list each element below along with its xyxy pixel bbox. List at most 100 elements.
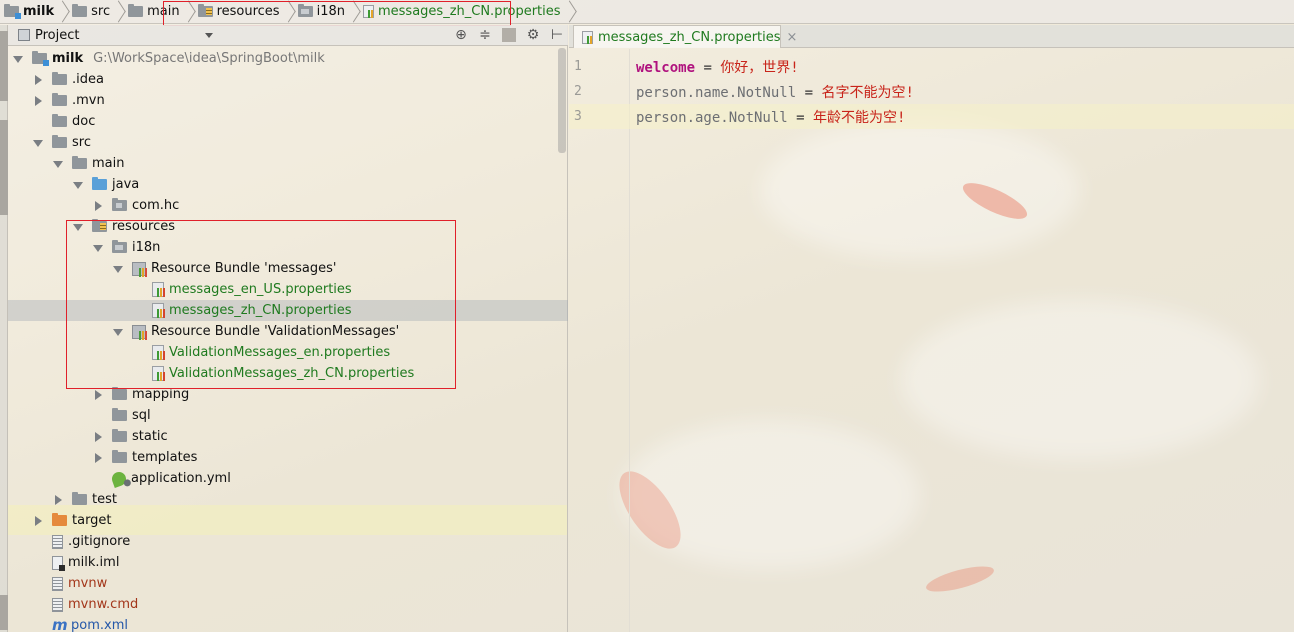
folder-icon (52, 135, 67, 148)
breadcrumb-milk[interactable]: milk (2, 1, 58, 23)
text-file-icon (52, 576, 63, 591)
editor-tab-bar: messages_zh_CN.properties × (569, 25, 1294, 48)
expand-arrow-icon[interactable] (92, 242, 104, 254)
expand-arrow-icon[interactable] (52, 158, 64, 170)
tree-item-application-yml[interactable]: application.yml (8, 468, 568, 489)
folder-icon (112, 240, 127, 253)
tree-item-messages-zh-cn[interactable]: messages_zh_CN.properties (8, 300, 568, 321)
tree-item-mvnw-cmd[interactable]: mvnw.cmd (8, 594, 568, 615)
tree-item-i18n[interactable]: i18n (8, 237, 568, 258)
tree-item-milk[interactable]: milk G:\WorkSpace\idea\SpringBoot\milk (8, 48, 568, 69)
expand-arrow-icon[interactable] (112, 326, 124, 338)
tree-item-com-hc[interactable]: com.hc (8, 195, 568, 216)
folder-icon (72, 156, 87, 169)
chevron-down-icon (205, 32, 213, 38)
tree-item-bundle-messages[interactable]: Resource Bundle 'messages' (8, 258, 568, 279)
code-line[interactable]: 1 welcome = 你好，世界! (569, 54, 1294, 79)
collapse-arrow-icon[interactable] (92, 431, 104, 443)
property-value: 你好，世界! (720, 59, 799, 76)
hide-icon[interactable]: ⊢ (550, 27, 564, 43)
tree-item-java[interactable]: java (8, 174, 568, 195)
folder-icon (52, 72, 67, 85)
code-content: person.age.NotNull = 年龄不能为空! (630, 107, 905, 127)
collapse-arrow-icon[interactable] (92, 389, 104, 401)
folder-icon (112, 450, 127, 463)
properties-file-icon (152, 345, 165, 360)
tree-item-mvn[interactable]: .mvn (8, 90, 568, 111)
target-icon[interactable]: ⊕ (454, 27, 468, 43)
collapse-arrow-icon[interactable] (32, 95, 44, 107)
project-panel: Project ⊕ ≑ ⚙ ⊢ milk G:\WorkSpace\idea\S… (8, 25, 568, 632)
tree-item-templates[interactable]: templates (8, 447, 568, 468)
collapse-arrow-icon[interactable] (32, 74, 44, 86)
tree-item-target[interactable]: target (8, 510, 568, 531)
text-file-icon (52, 597, 63, 612)
project-icon (18, 29, 30, 41)
tree-item-messages-en-us[interactable]: messages_en_US.properties (8, 279, 568, 300)
expand-arrow-icon[interactable] (112, 263, 124, 275)
favorites-tool-tab[interactable] (0, 595, 8, 630)
tree-item-src[interactable]: src (8, 132, 568, 153)
tree-item-mvnw[interactable]: mvnw (8, 573, 568, 594)
tree-item-resources[interactable]: resources (8, 216, 568, 237)
tab-messages-zh-cn[interactable]: messages_zh_CN.properties × (573, 25, 797, 48)
project-tool-tab[interactable] (0, 31, 8, 101)
code-line-current[interactable]: 3 person.age.NotNull = 年龄不能为空! (569, 104, 1294, 129)
property-key: welcome (636, 59, 696, 76)
left-tool-window-strip (0, 25, 8, 632)
collapse-arrow-icon[interactable] (52, 494, 64, 506)
code-editor[interactable]: 1 welcome = 你好，世界! 2 person.name.NotNull… (569, 49, 1294, 632)
tree-scrollbar[interactable] (558, 48, 566, 153)
project-view-selector[interactable]: Project (8, 28, 213, 43)
breadcrumb-separator (114, 1, 122, 23)
spring-leaf-icon (110, 469, 128, 488)
text-file-icon (52, 534, 63, 549)
folder-icon (72, 4, 88, 17)
folder-icon (72, 492, 87, 505)
code-content: person.name.NotNull = 名字不能为空! (630, 82, 914, 102)
module-path: G:\WorkSpace\idea\SpringBoot\milk (93, 51, 325, 66)
breadcrumb-src[interactable]: src (70, 1, 114, 23)
tree-item-test[interactable]: test (8, 489, 568, 510)
tree-item-doc[interactable]: doc (8, 111, 568, 132)
collapse-icon[interactable]: ≑ (478, 27, 492, 43)
folder-icon (52, 93, 67, 106)
line-number-gutter (569, 49, 630, 632)
maven-icon: m (52, 615, 68, 632)
expand-arrow-icon[interactable] (12, 53, 24, 65)
structure-tool-tab[interactable] (0, 120, 8, 215)
tree-item-pom-xml[interactable]: m pom.xml (8, 615, 568, 632)
collapse-arrow-icon[interactable] (92, 200, 104, 212)
tree-item-sql[interactable]: sql (8, 405, 568, 426)
line-number: 1 (574, 59, 582, 74)
line-number: 2 (574, 84, 582, 99)
code-line[interactable]: 2 person.name.NotNull = 名字不能为空! (569, 79, 1294, 104)
line-number: 3 (574, 109, 582, 124)
tree-item-mapping[interactable]: mapping (8, 384, 568, 405)
tree-item-bundle-validation-messages[interactable]: Resource Bundle 'ValidationMessages' (8, 321, 568, 342)
expand-arrow-icon[interactable] (72, 179, 84, 191)
properties-file-icon (152, 282, 165, 297)
expand-arrow-icon[interactable] (32, 137, 44, 149)
tree-item-validation-messages-zh-cn[interactable]: ValidationMessages_zh_CN.properties (8, 363, 568, 384)
tree-item-gitignore[interactable]: .gitignore (8, 531, 568, 552)
gear-icon[interactable]: ⚙ (526, 27, 540, 43)
breadcrumb-highlight-box (163, 1, 511, 26)
excluded-folder-icon (52, 513, 67, 526)
folder-icon (112, 408, 127, 421)
property-key: person.age.NotNull (636, 109, 788, 126)
property-separator: = (796, 84, 822, 101)
tree-item-validation-messages-en[interactable]: ValidationMessages_en.properties (8, 342, 568, 363)
close-icon[interactable]: × (787, 30, 798, 45)
properties-file-icon (152, 366, 165, 381)
tree-item-static[interactable]: static (8, 426, 568, 447)
tree-item-milk-iml[interactable]: milk.iml (8, 552, 568, 573)
properties-file-icon (582, 30, 594, 44)
property-key: person.name.NotNull (636, 84, 797, 101)
tree-item-main[interactable]: main (8, 153, 568, 174)
project-tree: milk G:\WorkSpace\idea\SpringBoot\milk .… (8, 48, 568, 632)
collapse-arrow-icon[interactable] (92, 452, 104, 464)
collapse-arrow-icon[interactable] (32, 515, 44, 527)
tree-item-idea[interactable]: .idea (8, 69, 568, 90)
expand-arrow-icon[interactable] (72, 221, 84, 233)
